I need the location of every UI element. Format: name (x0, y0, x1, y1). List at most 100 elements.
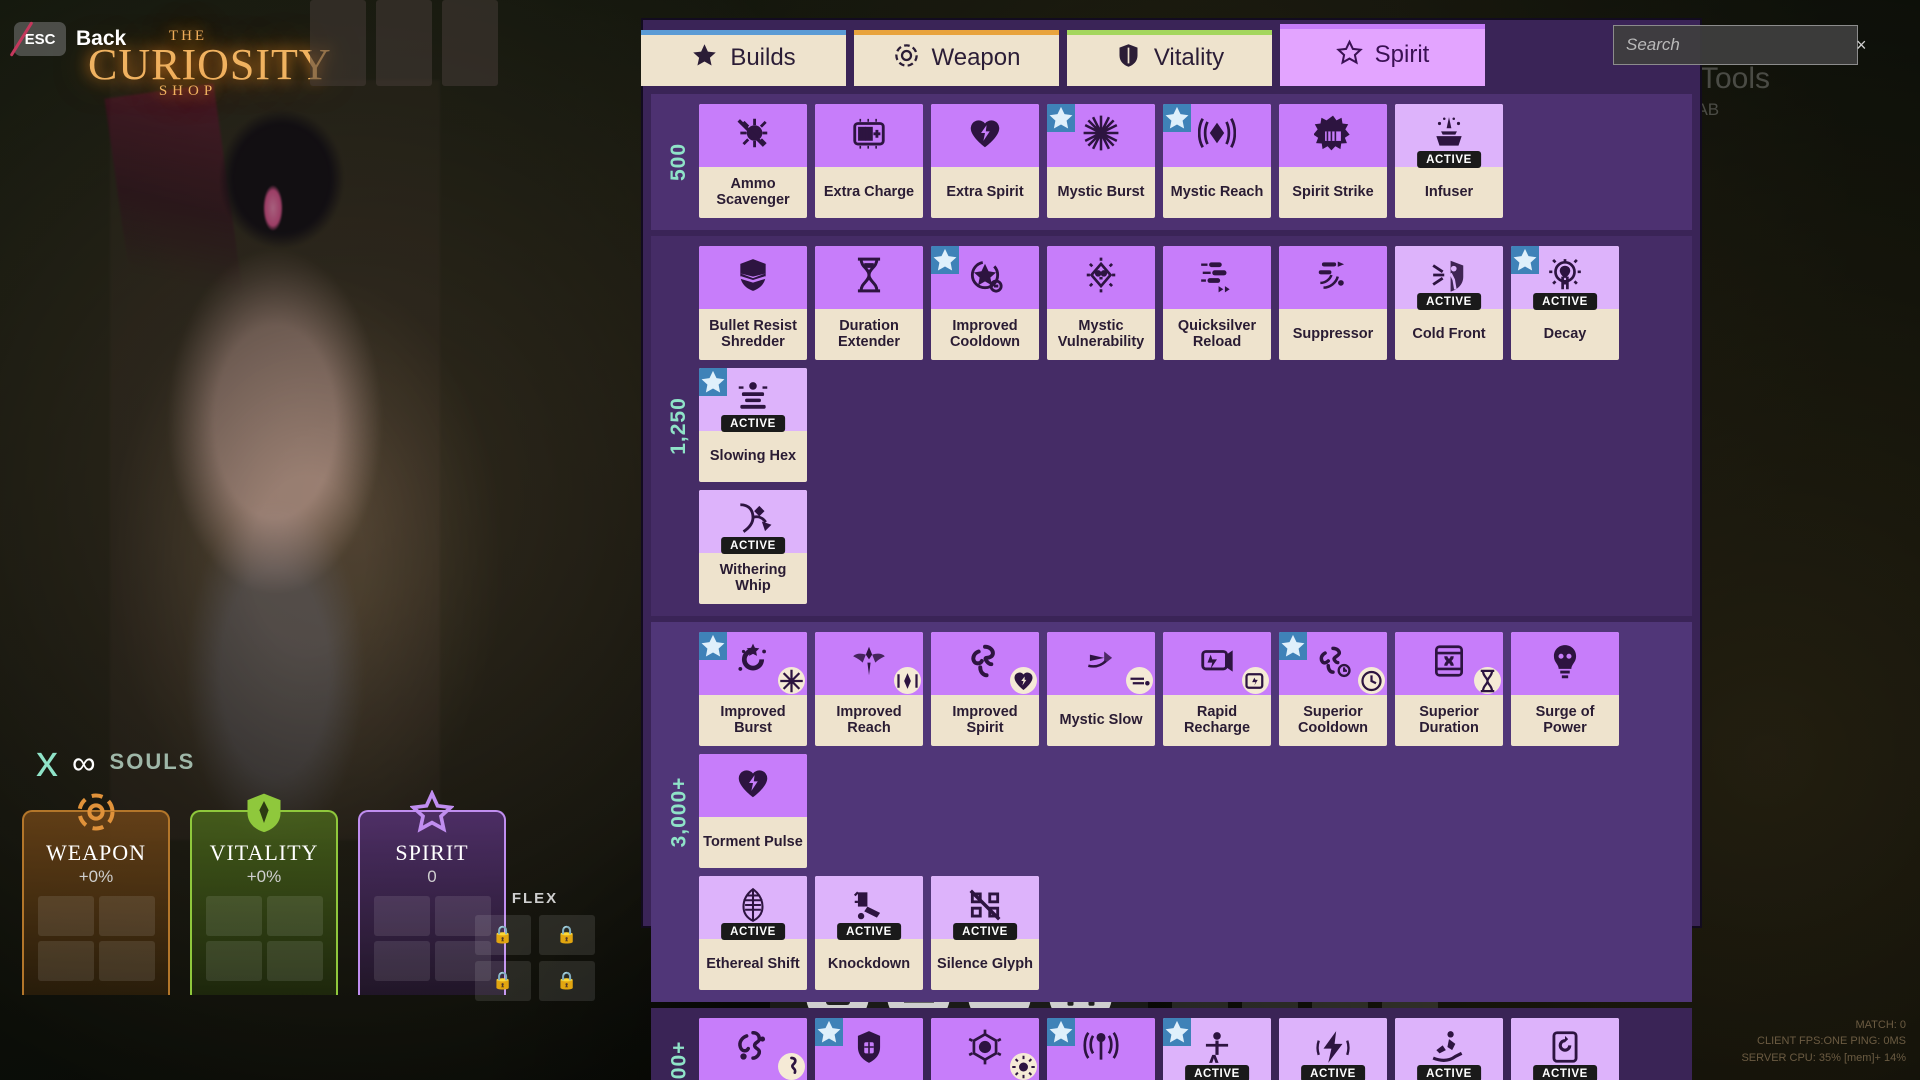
battery-plus-icon (850, 114, 888, 157)
item-icon-area (931, 1018, 1039, 1080)
item-card[interactable]: Mystic Slow (1047, 632, 1155, 746)
new-star-icon (1163, 1018, 1191, 1046)
flex-slot[interactable]: 🔒 (475, 915, 531, 955)
item-card[interactable]: ACTIVE Withering Whip (699, 490, 807, 604)
stat-slot[interactable] (37, 941, 94, 981)
item-icon-area: ACTIVE (699, 490, 807, 554)
item-card[interactable]: ACTIVE Slowing Hex (699, 368, 807, 482)
item-card[interactable]: ACTIVE Infuser (1395, 104, 1503, 218)
star-outline-icon (1335, 39, 1363, 71)
item-card[interactable]: ACTIVECurse (1163, 1018, 1271, 1080)
item-card[interactable]: Improved Spirit (931, 632, 1039, 746)
stat-slot[interactable] (205, 896, 262, 936)
item-card[interactable]: Spirit Strike (1279, 104, 1387, 218)
stat-slot[interactable] (205, 941, 262, 981)
item-card[interactable]: ACTIVE Cold Front (1395, 246, 1503, 360)
active-badge: ACTIVE (1533, 293, 1597, 310)
item-card[interactable]: Superior Duration (1395, 632, 1503, 746)
item-card[interactable]: ACTIVE Ethereal Shift (699, 876, 807, 990)
item-label: Suppressor (1292, 325, 1374, 342)
item-card[interactable]: ACTIVEMagic Carpet (1395, 1018, 1503, 1080)
flex-slot[interactable]: 🔒 (475, 961, 531, 1001)
item-card[interactable]: Surge of Power (1511, 632, 1619, 746)
tab-weapon[interactable]: Weapon (854, 30, 1059, 86)
item-card[interactable]: Extra Charge (815, 104, 923, 218)
item-card[interactable]: Mystic Reverb (1047, 1018, 1155, 1080)
item-card[interactable]: Rapid Recharge (1163, 632, 1271, 746)
item-card[interactable]: Mystic Burst (1047, 104, 1155, 218)
item-icon-area (1279, 246, 1387, 309)
flex-slot[interactable]: 🔒 (539, 961, 595, 1001)
item-card[interactable]: ACTIVEEcho Shard (1279, 1018, 1387, 1080)
item-card[interactable]: ACTIVE Knockdown (815, 876, 923, 990)
stat-slot[interactable] (373, 941, 430, 981)
search-box[interactable]: × (1613, 25, 1867, 65)
new-star-icon (699, 632, 727, 660)
item-icon-area (1163, 632, 1271, 695)
reach-waves-icon (1197, 114, 1237, 157)
item-card[interactable]: Escalating Exposure (931, 1018, 1039, 1080)
hud-card (310, 0, 366, 86)
item-card[interactable]: Bullet Resist Shredder (699, 246, 807, 360)
superior-duration-icon (1430, 642, 1468, 685)
tab-label: Weapon (931, 44, 1021, 71)
back-button[interactable]: ESC Back (9, 21, 127, 57)
search-input[interactable] (1626, 35, 1850, 55)
tier-group: 1,250 Bullet Resist Shredder Duration Exte… (651, 236, 1692, 616)
stat-name: VITALITY (209, 840, 319, 865)
debug-line-3: MATCH: 0 (1855, 1018, 1906, 1031)
stat-slot[interactable] (266, 941, 323, 981)
back-label: Back (76, 27, 127, 50)
stat-slot[interactable] (37, 896, 94, 936)
tier-price: 6,200+ (661, 1008, 697, 1080)
tab-spirit[interactable]: Spirit (1280, 24, 1485, 86)
hud-card (376, 0, 432, 86)
item-card[interactable]: Torment Pulse (699, 754, 807, 868)
item-card[interactable]: Boundless Spirit (699, 1018, 807, 1080)
item-card[interactable]: Quicksilver Reload (1163, 246, 1271, 360)
item-icon-area: ACTIVE (931, 876, 1039, 940)
shield-break-icon (734, 256, 772, 299)
stat-value: +0% (78, 867, 114, 886)
item-icon-area: ACTIVE (699, 876, 807, 940)
item-card[interactable]: Ammo Scavenger (699, 104, 807, 218)
item-card[interactable]: Duration Extender (815, 246, 923, 360)
debug-line-1: CLIENT FPS:ONE PING: 0MS (1757, 1035, 1906, 1047)
item-card[interactable]: Improved Reach (815, 632, 923, 746)
item-card[interactable]: Diviner's Kevlar (815, 1018, 923, 1080)
tab-builds[interactable]: Builds (641, 30, 846, 86)
active-badge: ACTIVE (721, 537, 785, 554)
flex-slot[interactable]: 🔒 (539, 915, 595, 955)
stat-vitality[interactable]: VITALITY +0% (190, 793, 338, 995)
tier-price-label: 3,000+ (667, 776, 691, 848)
item-card[interactable]: Suppressor (1279, 246, 1387, 360)
item-icon-area: ACTIVE (699, 368, 807, 432)
exposure-mini-icon (1010, 1053, 1037, 1080)
stat-value: +0% (246, 867, 282, 886)
stat-slot[interactable] (98, 896, 155, 936)
stat-categories: WEAPON +0% VITALITY +0% SPIRIT 0 (22, 789, 506, 995)
hud-card (442, 0, 498, 86)
item-card[interactable]: Superior Cooldown (1279, 632, 1387, 746)
item-card[interactable]: Mystic Reach (1163, 104, 1271, 218)
improved-burst-icon (734, 642, 772, 685)
item-label: Decay (1543, 325, 1587, 342)
stat-slot[interactable] (98, 941, 155, 981)
item-icon-area (1163, 246, 1271, 309)
stat-slot-group (24, 896, 168, 989)
item-card[interactable]: Improved Burst (699, 632, 807, 746)
tab-vitality[interactable]: Vitality (1067, 30, 1272, 86)
stat-slot[interactable] (266, 896, 323, 936)
item-card[interactable]: ACTIVE Silence Glyph (931, 876, 1039, 990)
item-card[interactable]: ACTIVERefresher (1511, 1018, 1619, 1080)
clear-search-icon[interactable]: × (1850, 35, 1867, 56)
item-label: Bullet Resist Shredder (709, 317, 797, 350)
item-card[interactable]: ACTIVE Decay (1511, 246, 1619, 360)
item-card[interactable]: Improved Cooldown (931, 246, 1039, 360)
item-icon-area (931, 246, 1039, 309)
item-card[interactable]: Mystic Vulnerability (1047, 246, 1155, 360)
stat-slot[interactable] (373, 896, 430, 936)
item-card[interactable]: Extra Spirit (931, 104, 1039, 218)
new-star-icon (815, 1018, 843, 1046)
stat-weapon[interactable]: WEAPON +0% (22, 793, 170, 995)
